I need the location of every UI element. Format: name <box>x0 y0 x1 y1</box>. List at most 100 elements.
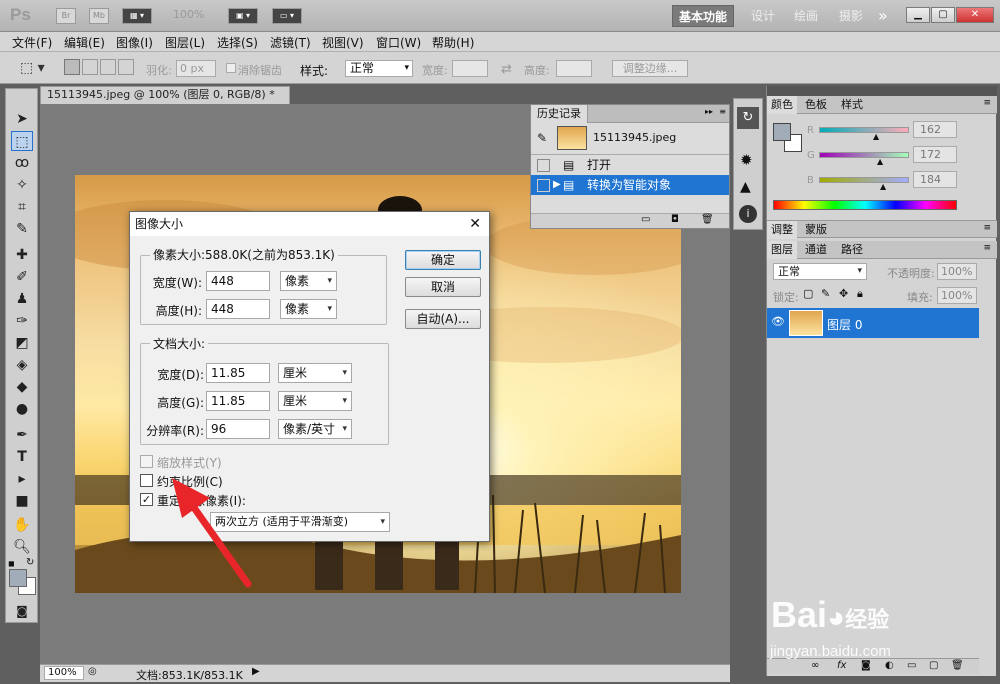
auto-button[interactable]: 自动(A)... <box>405 309 481 329</box>
paint-bucket-icon[interactable]: ◈ <box>11 355 33 375</box>
subtract-selection-icon[interactable] <box>100 59 116 75</box>
history-state[interactable]: ▤ 打开 <box>531 155 729 175</box>
collapse-icon[interactable]: ▸▸ <box>705 107 713 116</box>
lock-transparency-icon[interactable]: ▢ <box>803 287 813 300</box>
brush-tool-icon[interactable]: ✐ <box>11 267 33 287</box>
maximize-icon[interactable]: ▢ <box>931 7 955 23</box>
mini-bridge-button[interactable]: Mb <box>89 8 109 24</box>
workspace-design[interactable]: 设计 <box>745 5 781 27</box>
dodge-tool-icon[interactable]: ● <box>11 399 33 419</box>
new-selection-icon[interactable] <box>64 59 80 75</box>
doc-height-unit-select[interactable]: 厘米 ▾ <box>278 391 352 411</box>
marquee-preset-icon[interactable]: ⬚ ▾ <box>20 60 50 77</box>
adjustment-layer-icon[interactable]: ◐ <box>885 660 894 671</box>
close-icon[interactable]: ✕ <box>956 7 994 23</box>
info-icon[interactable]: i <box>739 205 757 223</box>
refine-edge-button[interactable]: 调整边缘... <box>612 60 688 77</box>
menu-edit[interactable]: 编辑(E) <box>64 34 105 51</box>
link-layers-icon[interactable]: ∞ <box>811 660 819 671</box>
trash-icon[interactable]: 🗑︎ <box>701 214 714 225</box>
group-folder-icon[interactable]: ▭ <box>907 660 916 671</box>
b-slider-thumb[interactable]: ▲ <box>880 182 886 191</box>
bridge-button[interactable]: Br <box>56 8 76 24</box>
fx-icon[interactable]: fx <box>837 660 846 671</box>
color-fg-swatch[interactable] <box>773 123 791 141</box>
b-value[interactable]: 184 <box>913 171 957 188</box>
lock-position-icon[interactable]: ✥ <box>839 287 848 300</box>
pen-tool-icon[interactable]: ✒ <box>11 425 33 445</box>
swap-icon[interactable]: ⇄ <box>501 62 512 77</box>
tab-styles[interactable]: 样式 <box>837 96 867 114</box>
height-input[interactable] <box>556 60 592 77</box>
move-tool-icon[interactable]: ➤ <box>11 109 33 129</box>
history-panel-icon[interactable]: ↻ <box>737 107 759 129</box>
panel-menu-icon[interactable]: ≡ <box>719 107 726 116</box>
snapshot-brush-icon[interactable]: ✎ <box>537 131 547 145</box>
minimize-icon[interactable]: ▁ <box>906 7 930 23</box>
r-slider-thumb[interactable]: ▲ <box>873 132 879 141</box>
actions-icon[interactable]: ✹ <box>740 151 753 169</box>
foreground-color-swatch[interactable] <box>9 569 27 587</box>
tab-color[interactable]: 颜色 <box>767 96 797 114</box>
r-slider[interactable] <box>819 127 909 133</box>
crop-tool-icon[interactable]: ⌗ <box>11 197 33 217</box>
px-height-input[interactable]: 448 <box>206 299 270 319</box>
shape-tool-icon[interactable]: ■ <box>11 491 33 511</box>
new-document-icon[interactable]: ▭ <box>641 214 650 225</box>
doc-height-input[interactable]: 11.85 <box>206 391 270 411</box>
type-tool-icon[interactable]: T <box>11 447 33 467</box>
menu-file[interactable]: 文件(F) <box>12 34 52 51</box>
tab-adjustments[interactable]: 调整 <box>767 221 797 239</box>
eyedropper-icon[interactable]: ✎ <box>11 219 33 239</box>
lasso-tool-icon[interactable]: ꝏ <box>11 153 33 173</box>
history-snapshot[interactable]: ✎ 15113945.jpeg <box>531 123 729 155</box>
document-tab[interactable]: 15113945.jpeg @ 100% (图层 0, RGB/8) * × <box>40 86 290 118</box>
menu-view[interactable]: 视图(V) <box>322 34 364 51</box>
px-width-input[interactable]: 448 <box>206 271 270 291</box>
g-value[interactable]: 172 <box>913 146 957 163</box>
menu-select[interactable]: 选择(S) <box>217 34 258 51</box>
tab-channels[interactable]: 通道 <box>801 241 831 259</box>
doc-width-input[interactable]: 11.85 <box>206 363 270 383</box>
history-tab[interactable]: 历史记录 <box>531 105 588 123</box>
panel-menu-icon[interactable]: ≡ <box>983 243 991 253</box>
resolution-unit-select[interactable]: 像素/英寸 ▾ <box>278 419 352 439</box>
visibility-eye-icon[interactable]: 👁︎ <box>771 315 785 328</box>
intersect-selection-icon[interactable] <box>118 59 134 75</box>
panel-menu-icon[interactable]: ≡ <box>983 98 991 108</box>
new-layer-icon[interactable]: ▢ <box>929 660 938 671</box>
panel-menu-icon[interactable]: ≡ <box>983 223 991 233</box>
cancel-button[interactable]: 取消 <box>405 277 481 297</box>
tab-paths[interactable]: 路径 <box>837 241 867 259</box>
px-width-unit-select[interactable]: 像素 ▾ <box>280 271 337 291</box>
history-state-selected[interactable]: ▶ ▤ 转换为智能对象 <box>531 175 729 195</box>
histogram-icon[interactable]: ▲ <box>740 179 751 195</box>
lock-all-icon[interactable]: 🔒︎ <box>857 287 863 301</box>
menu-window[interactable]: 窗口(W) <box>376 34 421 51</box>
history-brush-source[interactable] <box>537 159 550 172</box>
opacity-input[interactable]: 100% <box>937 263 977 280</box>
feather-input[interactable]: 0 px <box>176 60 216 77</box>
fill-input[interactable]: 100% <box>937 287 977 304</box>
clone-stamp-icon[interactable]: ♟ <box>11 289 33 309</box>
g-slider-thumb[interactable]: ▲ <box>877 157 883 166</box>
width-input[interactable] <box>452 60 488 77</box>
style-select[interactable]: 正常 ▾ <box>345 60 413 77</box>
more-workspaces-button[interactable]: » <box>872 5 894 27</box>
layer-row[interactable]: 👁︎ 图层 0 <box>767 308 979 338</box>
screen-mode-icon[interactable]: ▭ ▾ <box>272 8 302 24</box>
status-arrow-icon[interactable]: ▶ <box>252 666 260 677</box>
default-colors-icon[interactable]: ◼ <box>8 559 18 569</box>
status-info-icon[interactable]: ◎ <box>88 666 97 677</box>
tab-masks[interactable]: 蒙版 <box>801 221 831 239</box>
arrange-documents-icon[interactable]: ▣ ▾ <box>228 8 258 24</box>
workspace-paint[interactable]: 绘画 <box>788 5 824 27</box>
workspace-photo[interactable]: 摄影 <box>833 5 869 27</box>
add-mask-icon[interactable]: ◙ <box>861 660 871 671</box>
swap-colors-icon[interactable]: ↻ <box>26 557 34 568</box>
path-select-icon[interactable]: ▸ <box>11 469 33 489</box>
history-brush-source[interactable] <box>537 179 550 192</box>
b-slider[interactable] <box>819 177 909 183</box>
blur-tool-icon[interactable]: ◆ <box>11 377 33 397</box>
layer-name[interactable]: 图层 0 <box>827 316 862 333</box>
